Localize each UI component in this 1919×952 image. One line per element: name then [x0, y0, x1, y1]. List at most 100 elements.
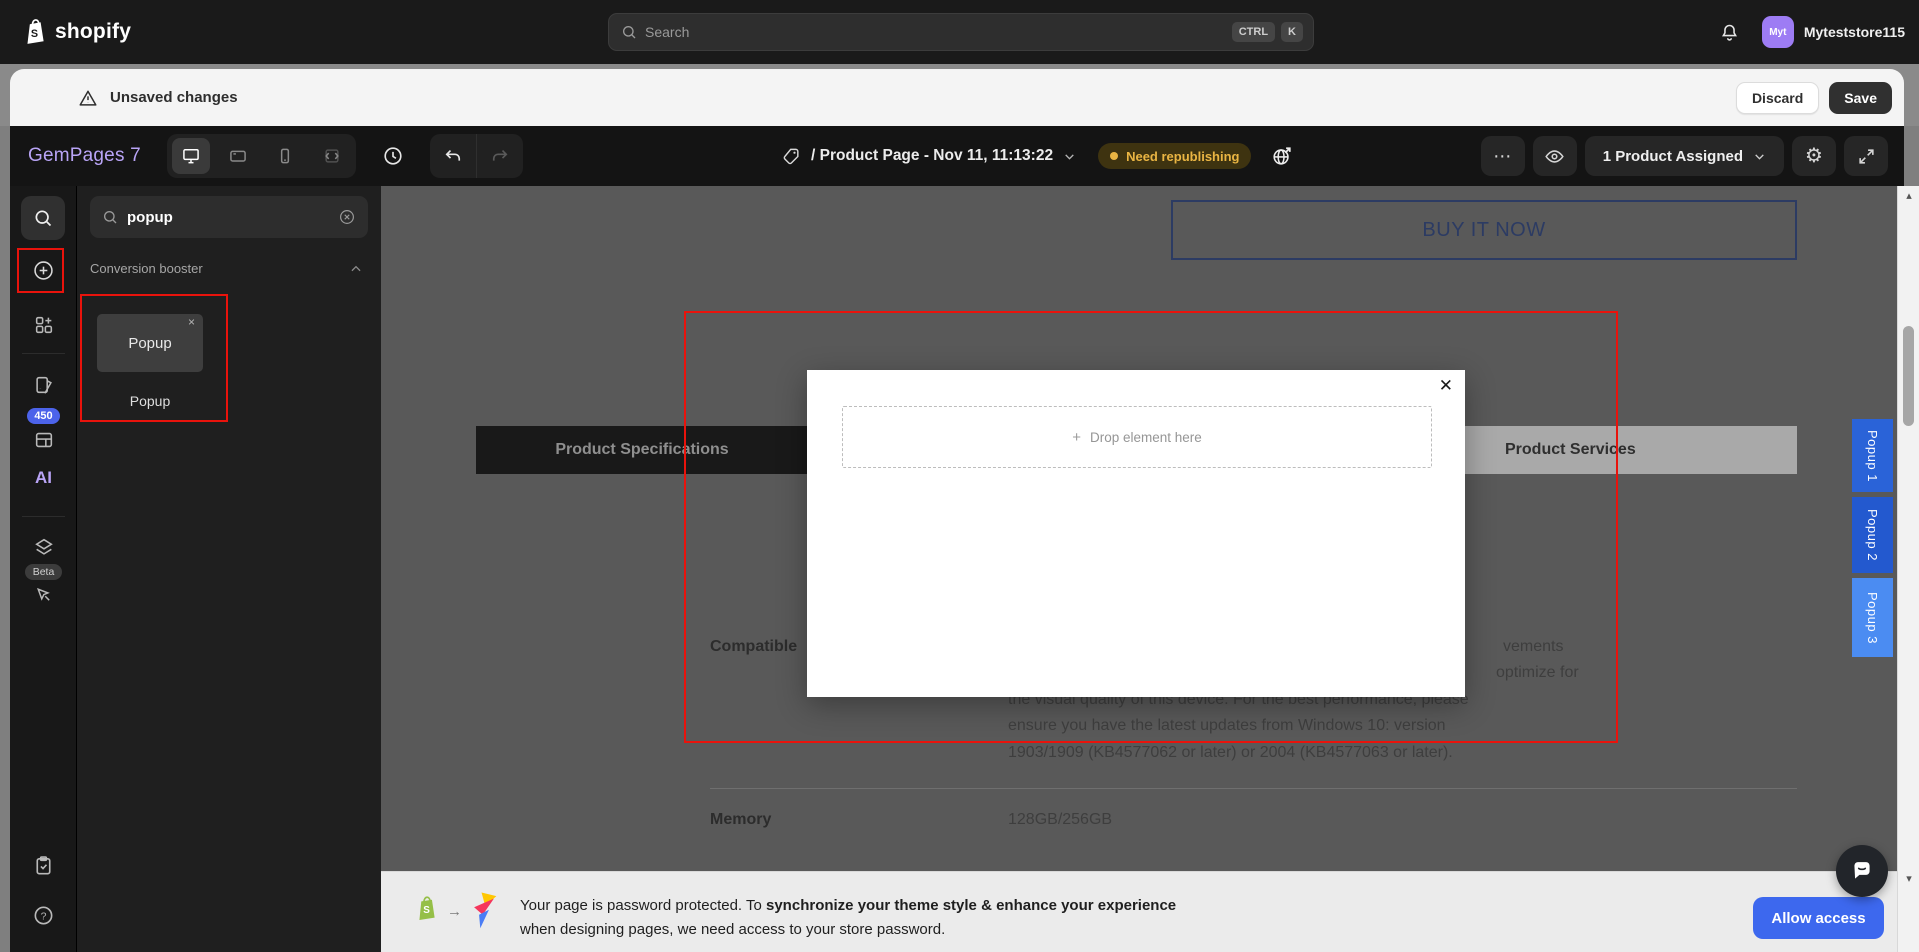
product-assigned-dropdown[interactable]: 1 Product Assigned [1585, 136, 1784, 176]
element-search[interactable] [90, 196, 368, 238]
popup-element-card[interactable]: Popup × [97, 314, 203, 372]
sidebar-interactions-button[interactable] [10, 584, 77, 605]
fullscreen-button[interactable] [1844, 136, 1888, 176]
gempages-logo: GemPages 7 [28, 145, 141, 167]
chevron-down-icon[interactable] [1063, 150, 1076, 163]
shopify-topbar: S shopify CTRL K Myt Myteststore115 [0, 0, 1919, 64]
sidebar-ai-button[interactable]: AI ✦ [10, 468, 77, 488]
spec-memory-label: Memory [710, 811, 771, 829]
shopify-bag-icon: S [22, 18, 48, 46]
sidebar-add-element-button[interactable] [10, 259, 77, 282]
popup-2-tab[interactable]: Popup 2 [1852, 497, 1893, 573]
password-notice-bar: S → Your page is password protected. To … [381, 871, 1897, 952]
sidebar-theme-button[interactable] [10, 374, 77, 396]
close-icon[interactable]: × [188, 315, 195, 329]
layers-icon [33, 536, 55, 558]
shopify-logo: S shopify [22, 18, 131, 46]
drop-element-zone[interactable]: + Drop element here [842, 406, 1432, 468]
discard-button[interactable]: Discard [1736, 82, 1819, 114]
left-gutter [0, 126, 10, 952]
page-title-dropdown[interactable]: / Product Page - Nov 11, 11:13:22 [811, 147, 1053, 165]
chevron-up-icon[interactable] [349, 262, 363, 276]
device-responsive-button[interactable] [313, 138, 351, 174]
global-search[interactable]: CTRL K [608, 13, 1314, 51]
element-search-input[interactable] [127, 209, 338, 226]
history-button[interactable] [382, 145, 404, 167]
redo-button[interactable] [477, 134, 523, 178]
modal-close-icon[interactable]: ✕ [1439, 376, 1453, 396]
clock-icon [382, 145, 404, 167]
plus-icon: + [1072, 429, 1081, 446]
scroll-up-icon[interactable]: ▴ [1898, 189, 1919, 202]
popup-1-tab[interactable]: Popup 1 [1852, 419, 1893, 492]
save-button[interactable]: Save [1829, 82, 1892, 114]
search-icon [102, 209, 118, 225]
status-badge-label: Need republishing [1126, 149, 1239, 164]
allow-access-button[interactable]: Allow access [1753, 897, 1884, 939]
grid-plus-icon [33, 314, 55, 336]
canvas-scrollbar[interactable]: ▴ ▾ [1897, 186, 1919, 952]
chat-bubble-icon [1849, 858, 1875, 884]
account-menu[interactable]: Myt Myteststore115 [1762, 16, 1905, 48]
sidebar-search-button[interactable] [21, 196, 65, 240]
preview-button[interactable] [1533, 136, 1577, 176]
popup-modal: ✕ + Drop element here [807, 370, 1465, 697]
templates-count-badge: 450 [10, 408, 77, 424]
sidebar-blocks-button[interactable] [10, 314, 77, 336]
mobile-icon [275, 146, 295, 166]
tab-product-specifications[interactable]: Product Specifications [476, 426, 808, 474]
spec-compatible-label: Compatible [710, 638, 797, 656]
spec-text-line: 1903/1909 (KB4577062 or later) or 2004 (… [1008, 744, 1453, 762]
notice-line-2: when designing pages, we need access to … [520, 921, 945, 938]
drop-hint-label: Drop element here [1090, 430, 1202, 445]
beta-badge: Beta [10, 564, 77, 580]
spec-text-fragment: vements [1503, 638, 1563, 656]
undo-button[interactable] [430, 134, 476, 178]
popup-card-title: Popup [128, 335, 171, 352]
clear-search-icon[interactable] [338, 208, 356, 226]
scroll-down-icon[interactable]: ▾ [1898, 872, 1919, 885]
chevron-down-icon [1753, 150, 1766, 163]
popup-element-label: Popup [97, 393, 203, 409]
chat-launcher[interactable] [1836, 845, 1888, 897]
ellipsis-icon: ⋯ [1493, 147, 1512, 165]
notice-text-normal: Your page is password protected. To [520, 897, 766, 914]
settings-button[interactable]: ⚙ [1792, 136, 1836, 176]
kbd-k: K [1281, 22, 1303, 42]
spec-memory-value: 128GB/256GB [1008, 811, 1112, 829]
sidebar-layers-button[interactable] [10, 536, 77, 558]
need-republishing-badge: Need republishing [1098, 143, 1251, 169]
device-switcher [167, 134, 356, 178]
notice-line-1: Your page is password protected. To sync… [520, 897, 1176, 914]
section-conversion-booster[interactable]: Conversion booster [90, 261, 203, 276]
sidebar-help-button[interactable]: ? [10, 904, 77, 927]
unsaved-changes-bar: Unsaved changes Discard Save [10, 69, 1904, 126]
device-mobile-button[interactable] [266, 138, 304, 174]
kbd-ctrl: CTRL [1232, 22, 1275, 42]
spec-text-line: ensure you have the latest updates from … [1008, 717, 1446, 735]
ai-label: AI [35, 468, 52, 488]
globe-arrow-icon [1271, 145, 1293, 167]
publish-site-button[interactable] [1271, 145, 1293, 167]
undo-icon [443, 146, 463, 166]
scrollbar-thumb[interactable] [1903, 326, 1914, 426]
global-search-input[interactable] [645, 24, 1226, 40]
gempages-logo-icon [469, 890, 499, 932]
tab-product-services[interactable]: Product Services [1465, 426, 1797, 474]
device-tablet-button[interactable] [219, 138, 257, 174]
more-options-button[interactable]: ⋯ [1481, 136, 1525, 176]
template-layout-icon [33, 429, 55, 451]
editor-sidebar: 450 AI ✦ Beta [10, 186, 77, 952]
page-canvas: BUY IT NOW Product Specifications Produc… [381, 186, 1897, 871]
device-desktop-button[interactable] [172, 138, 210, 174]
elements-panel: Conversion booster Popup × Popup [77, 186, 381, 952]
sidebar-templates-button[interactable] [10, 429, 77, 451]
sidebar-checklist-button[interactable] [10, 854, 77, 877]
clipboard-check-icon [32, 854, 55, 877]
svg-text:S: S [423, 905, 430, 916]
theme-swatch-icon [33, 374, 55, 396]
notifications-bell-icon[interactable] [1719, 22, 1740, 43]
buy-it-now-button[interactable]: BUY IT NOW [1171, 200, 1797, 260]
popup-3-tab[interactable]: Popup 3 [1852, 578, 1893, 657]
eye-icon [1544, 146, 1565, 167]
